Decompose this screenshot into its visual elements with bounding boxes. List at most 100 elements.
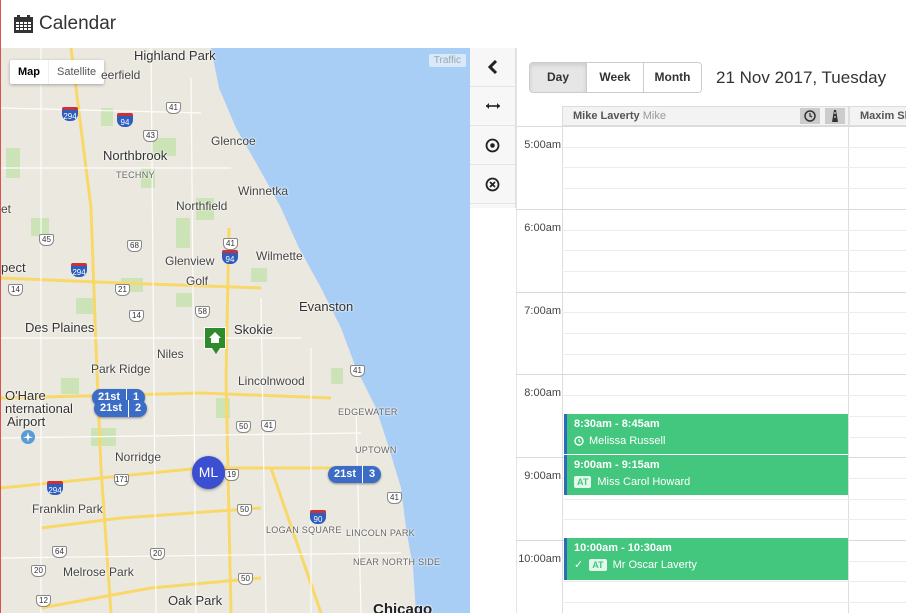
home-marker[interactable]: [204, 327, 226, 354]
hour-label: 9:00am: [524, 470, 561, 482]
locate-button[interactable]: [470, 126, 515, 165]
calendar-event[interactable]: 10:00am - 10:30am ✓ AT Mr Oscar Laverty: [564, 538, 848, 580]
check-icon: ✓: [574, 559, 584, 571]
map-type-map-button[interactable]: Map: [10, 60, 48, 84]
day-grid[interactable]: Mike Laverty Mike Maxim Sh 5:00am 6:00am…: [517, 106, 906, 613]
route-shield: 20: [31, 565, 46, 577]
road-filter-icon[interactable]: [825, 108, 845, 124]
event-detail: AT Miss Carol Howard: [574, 473, 841, 491]
map-label: NEAR NORTH SIDE: [353, 557, 441, 567]
grid-line: [517, 374, 906, 375]
map-label: Des Plaines: [25, 320, 95, 335]
at-badge: AT: [589, 559, 607, 571]
route-shield: 21: [115, 284, 130, 296]
grid-line: [562, 581, 906, 582]
interstate-shield: 94: [117, 113, 133, 127]
route-shield: 58: [195, 306, 210, 318]
traffic-toggle[interactable]: Traffic: [428, 54, 466, 67]
map-label: Glenview: [165, 254, 215, 268]
event-time: 9:00am - 9:15am: [574, 459, 660, 471]
hour-label: 7:00am: [524, 305, 561, 317]
month-view-button[interactable]: Month: [644, 63, 701, 92]
route-shield: 50: [238, 573, 253, 585]
map-type-satellite-button[interactable]: Satellite: [48, 60, 104, 84]
map-label: Park Ridge: [91, 362, 151, 376]
map-label: TECHNY: [116, 170, 155, 180]
map-label: Skokie: [234, 322, 274, 337]
clock-filter-icon[interactable]: [800, 108, 820, 124]
map-label: Norridge: [115, 450, 162, 464]
clock-icon: [574, 436, 584, 446]
route-shield: 41: [166, 102, 181, 114]
map-type-toggle[interactable]: Map Satellite: [10, 60, 105, 84]
event-time: 10:00am - 10:30am: [574, 542, 672, 554]
map-label: UPTOWN: [355, 445, 397, 455]
map-label: Lincolnwood: [238, 374, 305, 388]
route-shield: 14: [8, 284, 23, 296]
map-label: Evanston: [299, 299, 354, 314]
interstate-shield: 294: [71, 263, 87, 277]
cluster-count: 3: [362, 466, 381, 483]
map-label: Golf: [186, 274, 209, 288]
day-view-button[interactable]: Day: [530, 63, 587, 92]
map-label: Highland Park: [134, 48, 216, 63]
grid-line: [562, 250, 906, 251]
resource-column-header: Mike Laverty Mike: [562, 106, 849, 126]
map-label: Melrose Park: [63, 565, 134, 579]
route-shield: 41: [223, 238, 238, 250]
interstate-shield: 294: [47, 481, 63, 495]
grid-line: [517, 292, 906, 293]
event-detail: Melissa Russell: [574, 432, 841, 450]
app-header: Calendar: [0, 0, 906, 48]
cluster-label: 21st: [334, 468, 357, 480]
route-shield: 14: [129, 310, 144, 322]
calendar-icon: [14, 15, 33, 33]
resource-column-header: Maxim Sh: [849, 106, 906, 126]
map-label: Niles: [157, 347, 184, 361]
map-label: Northfield: [176, 199, 228, 213]
target-icon: [485, 138, 500, 152]
grid-line: [517, 209, 906, 210]
expand-width-button[interactable]: [470, 87, 515, 126]
grid-line: [562, 333, 906, 334]
route-shield: 50: [236, 421, 251, 433]
grid-line: [562, 188, 906, 189]
close-circle-icon: [485, 177, 500, 191]
map-label: pect: [1, 260, 26, 275]
calendar-date-title: 21 Nov 2017, Tuesday: [716, 68, 887, 87]
map-label: Franklin Park: [32, 502, 103, 516]
interstate-shield: 94: [222, 250, 238, 264]
route-shield: 41: [350, 365, 365, 377]
map-label: Northbrook: [103, 148, 168, 163]
calendar-event[interactable]: 8:30am - 8:45am Melissa Russell: [564, 414, 848, 454]
map-label: Wilmette: [256, 249, 303, 263]
grid-line: [562, 147, 906, 148]
route-shield: 64: [52, 546, 67, 558]
clear-button[interactable]: [470, 165, 515, 204]
route-shield: 50: [237, 504, 252, 516]
grid-line: [562, 499, 906, 500]
hour-label: 6:00am: [524, 222, 561, 234]
ml-staff-marker[interactable]: ML: [192, 456, 225, 489]
map-label: Oak Park: [168, 593, 223, 608]
grid-line: [562, 395, 906, 396]
resource-nickname: Mike: [642, 110, 666, 122]
route-shield: 41: [387, 492, 402, 504]
calendar-event[interactable]: 9:00am - 9:15am AT Miss Carol Howard: [564, 455, 848, 495]
interstate-shield: 294: [62, 107, 78, 121]
cluster-label: 21st: [100, 402, 123, 414]
event-time: 8:30am - 8:45am: [574, 418, 660, 430]
page: Calendar Map Satellite Traffic Highland …: [0, 0, 906, 613]
map-cluster-marker[interactable]: 21st 2: [94, 400, 148, 417]
map-cluster-marker[interactable]: 21st 3: [328, 466, 382, 483]
map-view[interactable]: Map Satellite Traffic Highland Park eerf…: [1, 48, 470, 613]
cluster-count: 2: [128, 400, 147, 417]
week-view-button[interactable]: Week: [587, 63, 644, 92]
map-label: et: [1, 202, 12, 216]
event-detail: ✓ AT Mr Oscar Laverty: [574, 556, 841, 574]
map-label: LOGAN SQUARE: [266, 525, 342, 535]
grid-line: [562, 271, 906, 272]
calendar-panel: Day Week Month 21 Nov 2017, Tuesday Mike…: [517, 48, 906, 613]
collapse-panel-button[interactable]: [470, 48, 515, 87]
route-shield: 43: [143, 130, 158, 142]
